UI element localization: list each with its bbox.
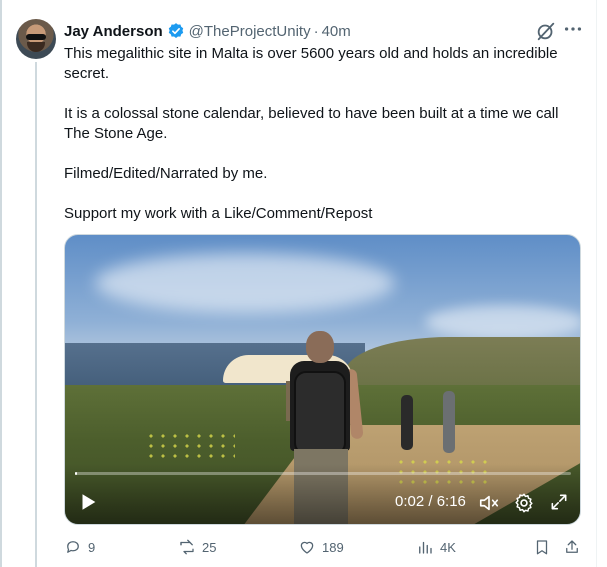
timeline-right-border bbox=[596, 0, 597, 567]
post-paragraph: This megalithic site in Malta is over 56… bbox=[64, 45, 558, 82]
views-icon bbox=[419, 541, 432, 554]
video-progress-bar[interactable] bbox=[75, 472, 571, 475]
timeline-left-border bbox=[0, 0, 2, 567]
settings-icon[interactable] bbox=[513, 492, 535, 514]
video-player[interactable]: 0:02 / 6:16 bbox=[64, 234, 581, 525]
post-paragraph: It is a colossal stone calendar, believe… bbox=[64, 105, 559, 142]
play-icon[interactable] bbox=[77, 491, 99, 513]
views-button[interactable]: 4K bbox=[416, 538, 456, 556]
video-progress-fill bbox=[75, 472, 77, 475]
grok-icon[interactable] bbox=[535, 20, 557, 42]
volume-icon[interactable] bbox=[478, 492, 500, 514]
verified-badge-icon[interactable] bbox=[167, 22, 185, 40]
author-name[interactable]: Jay Anderson bbox=[64, 23, 163, 40]
reply-count: 9 bbox=[88, 539, 96, 555]
share-icon[interactable] bbox=[563, 538, 587, 556]
repost-count: 25 bbox=[202, 539, 217, 555]
repost-button[interactable]: 25 bbox=[178, 538, 216, 556]
like-count: 189 bbox=[322, 539, 344, 555]
post-paragraph: Filmed/Edited/Narrated by me. bbox=[64, 165, 268, 182]
more-icon[interactable] bbox=[562, 18, 584, 40]
header-separator: · bbox=[313, 22, 319, 40]
bookmark-icon[interactable] bbox=[533, 538, 557, 556]
post-actions: 9 25 189 4K bbox=[64, 538, 584, 560]
views-count: 4K bbox=[440, 539, 456, 555]
video-figure-person bbox=[443, 391, 455, 453]
avatar[interactable] bbox=[16, 19, 56, 59]
reply-icon bbox=[67, 541, 79, 553]
video-figure-person bbox=[401, 395, 413, 450]
like-button[interactable]: 189 bbox=[298, 538, 344, 556]
reply-button[interactable]: 9 bbox=[64, 538, 95, 556]
post-timestamp[interactable]: 40m bbox=[322, 23, 351, 40]
repost-icon bbox=[180, 539, 194, 555]
thread-connector-line bbox=[35, 62, 37, 567]
video-time: 0:02 / 6:16 bbox=[395, 493, 466, 510]
fullscreen-icon[interactable] bbox=[549, 492, 569, 512]
post-text: This megalithic site in Malta is over 56… bbox=[64, 44, 574, 224]
post-header: Jay Anderson @TheProjectUnity · 40m bbox=[64, 21, 351, 41]
like-icon bbox=[300, 541, 314, 554]
post-paragraph: Support my work with a Like/Comment/Repo… bbox=[64, 205, 373, 222]
author-handle[interactable]: @TheProjectUnity bbox=[189, 23, 311, 40]
